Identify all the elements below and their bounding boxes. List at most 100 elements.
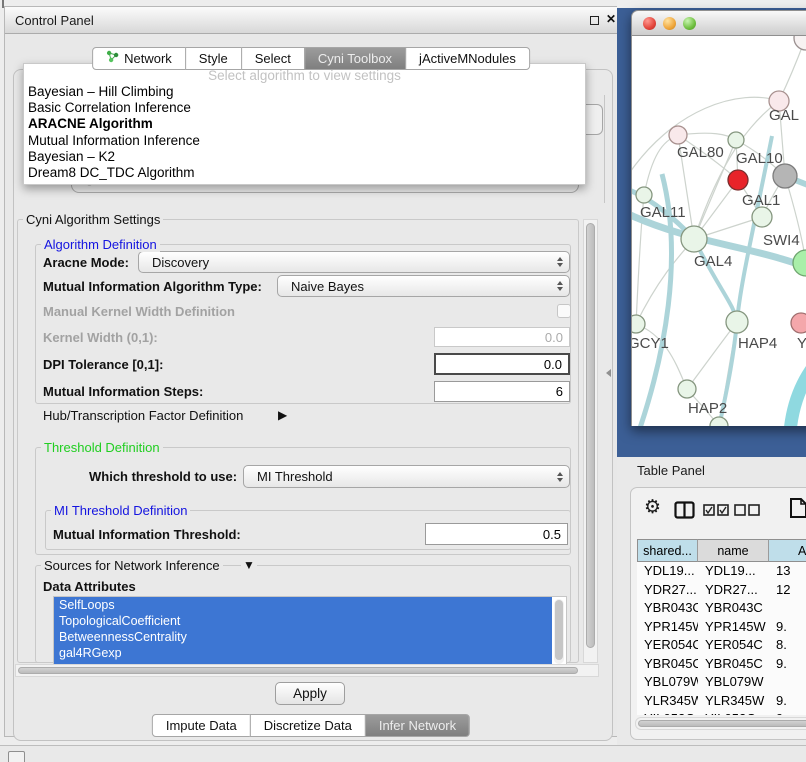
network-node[interactable] [794, 36, 806, 50]
collapse-down-icon[interactable]: ▼ [241, 558, 257, 572]
table-row[interactable]: YPR145WYPR145W9. [637, 618, 806, 637]
table-cell: 12 [769, 581, 806, 600]
data-attributes-list[interactable]: SelfLoopsTopologicalCoefficientBetweenne… [53, 596, 567, 667]
attribute-list-item[interactable]: gal4RGexp [54, 645, 552, 661]
network-node[interactable] [773, 164, 797, 188]
unchecked-boxes-icon[interactable] [734, 504, 761, 516]
attribute-list-item[interactable]: SelfLoops [54, 597, 552, 613]
network-node-gcy1[interactable] [632, 315, 645, 333]
tab-label: Network [124, 48, 172, 69]
tab-discretize-data[interactable]: Discretize Data [250, 714, 366, 737]
combo-arrows-icon [557, 281, 563, 291]
close-panel-icon[interactable]: ✕ [606, 12, 616, 26]
table-column-header[interactable]: A [769, 539, 806, 562]
attribute-list-item[interactable]: TopologicalCoefficient [54, 613, 552, 629]
which-threshold-label: Which threshold to use: [89, 469, 237, 484]
network-window-titlebar[interactable] [631, 10, 806, 36]
network-canvas[interactable]: GALGAL80GAL10GAL1GAL11SWI4GAL4GCY1HAP4YH… [631, 36, 806, 426]
table-hscrollbar-thumb[interactable] [638, 720, 806, 727]
dropdown-item[interactable]: Bayesian – Hill Climbing [24, 84, 585, 100]
attribute-list-item[interactable]: BetweennessCentrality [54, 629, 552, 645]
mi-threshold-field[interactable]: 0.5 [425, 523, 568, 545]
table-row[interactable]: YBR045CYBR045C9. [637, 655, 806, 674]
gear-icon[interactable]: ⚙ [644, 496, 661, 518]
table-cell: YPR145W [637, 618, 698, 637]
zoom-traffic-light[interactable] [683, 17, 696, 30]
tab-jactivemnodules[interactable]: jActiveMNodules [405, 47, 530, 70]
table-row[interactable]: YIL052CYIL052C9 [637, 710, 806, 715]
threshold-definition-title: Threshold Definition [41, 440, 163, 455]
apply-button[interactable]: Apply [275, 682, 345, 705]
network-node-hap4[interactable] [726, 311, 748, 333]
table-cell: YDR27... [698, 581, 769, 600]
dpi-tolerance-field[interactable]: 0.0 [434, 353, 570, 375]
settings-vertical-scrollbar[interactable] [583, 219, 598, 663]
table-row[interactable]: YDR27...YDR27...12 [637, 581, 806, 600]
network-node-gal11[interactable] [636, 187, 652, 203]
control-panel-titlebar[interactable]: Control Panel ✕ [5, 7, 617, 34]
tab-impute-data[interactable]: Impute Data [152, 714, 251, 737]
table-column-header[interactable]: shared... [637, 539, 698, 562]
table-row[interactable]: YER054CYER054C8. [637, 636, 806, 655]
kernel-width-field[interactable]: 0.0 [434, 327, 570, 347]
network-node[interactable] [728, 170, 748, 190]
network-node-gal80[interactable] [669, 126, 687, 144]
table-cell: YER054C [637, 636, 698, 655]
close-traffic-light[interactable] [643, 17, 656, 30]
table-horizontal-scrollbar[interactable] [635, 717, 806, 730]
dropdown-item[interactable]: Bayesian – K2 [24, 149, 585, 165]
float-panel-icon[interactable] [590, 16, 599, 25]
table-cell: YDL19... [698, 562, 769, 581]
node-label-hap2: HAP2 [688, 400, 727, 417]
tab-label: jActiveMNodules [419, 48, 516, 69]
mi-threshold-label: Mutual Information Threshold: [53, 527, 241, 542]
manual-kernel-checkbox[interactable] [557, 304, 571, 318]
algorithm-dropdown-popup: Select algorithm to view settings Bayesi… [23, 63, 586, 185]
tab-style[interactable]: Style [185, 47, 242, 70]
minimize-traffic-light[interactable] [663, 17, 676, 30]
settings-hscrollbar-thumb[interactable] [18, 667, 578, 674]
table-row[interactable]: YDL19...YDL19...13 [637, 562, 806, 581]
network-icon [106, 48, 119, 69]
network-node-gal4[interactable] [681, 226, 707, 252]
tab-infer-network[interactable]: Infer Network [365, 714, 470, 737]
mi-steps-field[interactable]: 6 [434, 381, 570, 402]
list-scrollbar-thumb[interactable] [555, 600, 563, 660]
columns-icon[interactable] [674, 501, 695, 519]
table-column-header[interactable]: name [698, 539, 769, 562]
hub-definition-label[interactable]: Hub/Transcription Factor Definition [43, 408, 243, 423]
which-threshold-combo[interactable]: MI Threshold [243, 465, 570, 488]
network-node[interactable] [793, 250, 806, 276]
tab-select[interactable]: Select [241, 47, 305, 70]
aracne-mode-combo[interactable]: Discovery [138, 251, 570, 273]
expand-right-icon[interactable]: ▶ [278, 408, 287, 422]
dropdown-item[interactable]: Dream8 DC_TDC Algorithm [24, 165, 585, 181]
sources-title[interactable]: Sources for Network Inference [41, 558, 223, 573]
manual-kernel-label: Manual Kernel Width Definition [43, 304, 235, 319]
control-panel-tabs: Network StyleSelectCyni Toolbox jActiveMNo… [92, 47, 530, 70]
table-row[interactable]: YBR043CYBR043C [637, 599, 806, 618]
table-row[interactable]: YBL079WYBL079W [637, 673, 806, 692]
page-icon[interactable] [789, 497, 806, 519]
table-cell: YDR27... [637, 581, 698, 600]
tab-cyni-toolbox[interactable]: Cyni Toolbox [304, 47, 406, 70]
status-bar [0, 745, 806, 762]
network-node-y[interactable] [791, 313, 806, 333]
dropdown-items: Bayesian – Hill ClimbingBasic Correlatio… [24, 84, 585, 181]
table-row[interactable]: YLR345WYLR345W9. [637, 692, 806, 711]
status-bar-icon[interactable] [8, 751, 25, 762]
mi-type-combo[interactable]: Naive Bayes [277, 275, 570, 297]
checked-boxes-icon[interactable] [703, 504, 730, 516]
splitpane-grip-icon[interactable] [606, 369, 611, 377]
control-panel-window: Control Panel ✕ Network StyleSelectCyni T… [4, 6, 618, 737]
dropdown-item[interactable]: Mutual Information Inference [24, 133, 585, 149]
settings-horizontal-scrollbar[interactable] [15, 664, 599, 677]
network-node-gal1[interactable] [752, 207, 772, 227]
network-node-gal10[interactable] [728, 132, 744, 148]
list-vertical-scrollbar[interactable] [554, 599, 564, 664]
tab-network[interactable]: Network [92, 47, 186, 70]
dropdown-item[interactable]: Basic Correlation Inference [24, 100, 585, 116]
settings-vscrollbar-thumb[interactable] [586, 223, 595, 648]
dropdown-item[interactable]: ARACNE Algorithm [24, 116, 585, 132]
network-node-hap2[interactable] [678, 380, 696, 398]
